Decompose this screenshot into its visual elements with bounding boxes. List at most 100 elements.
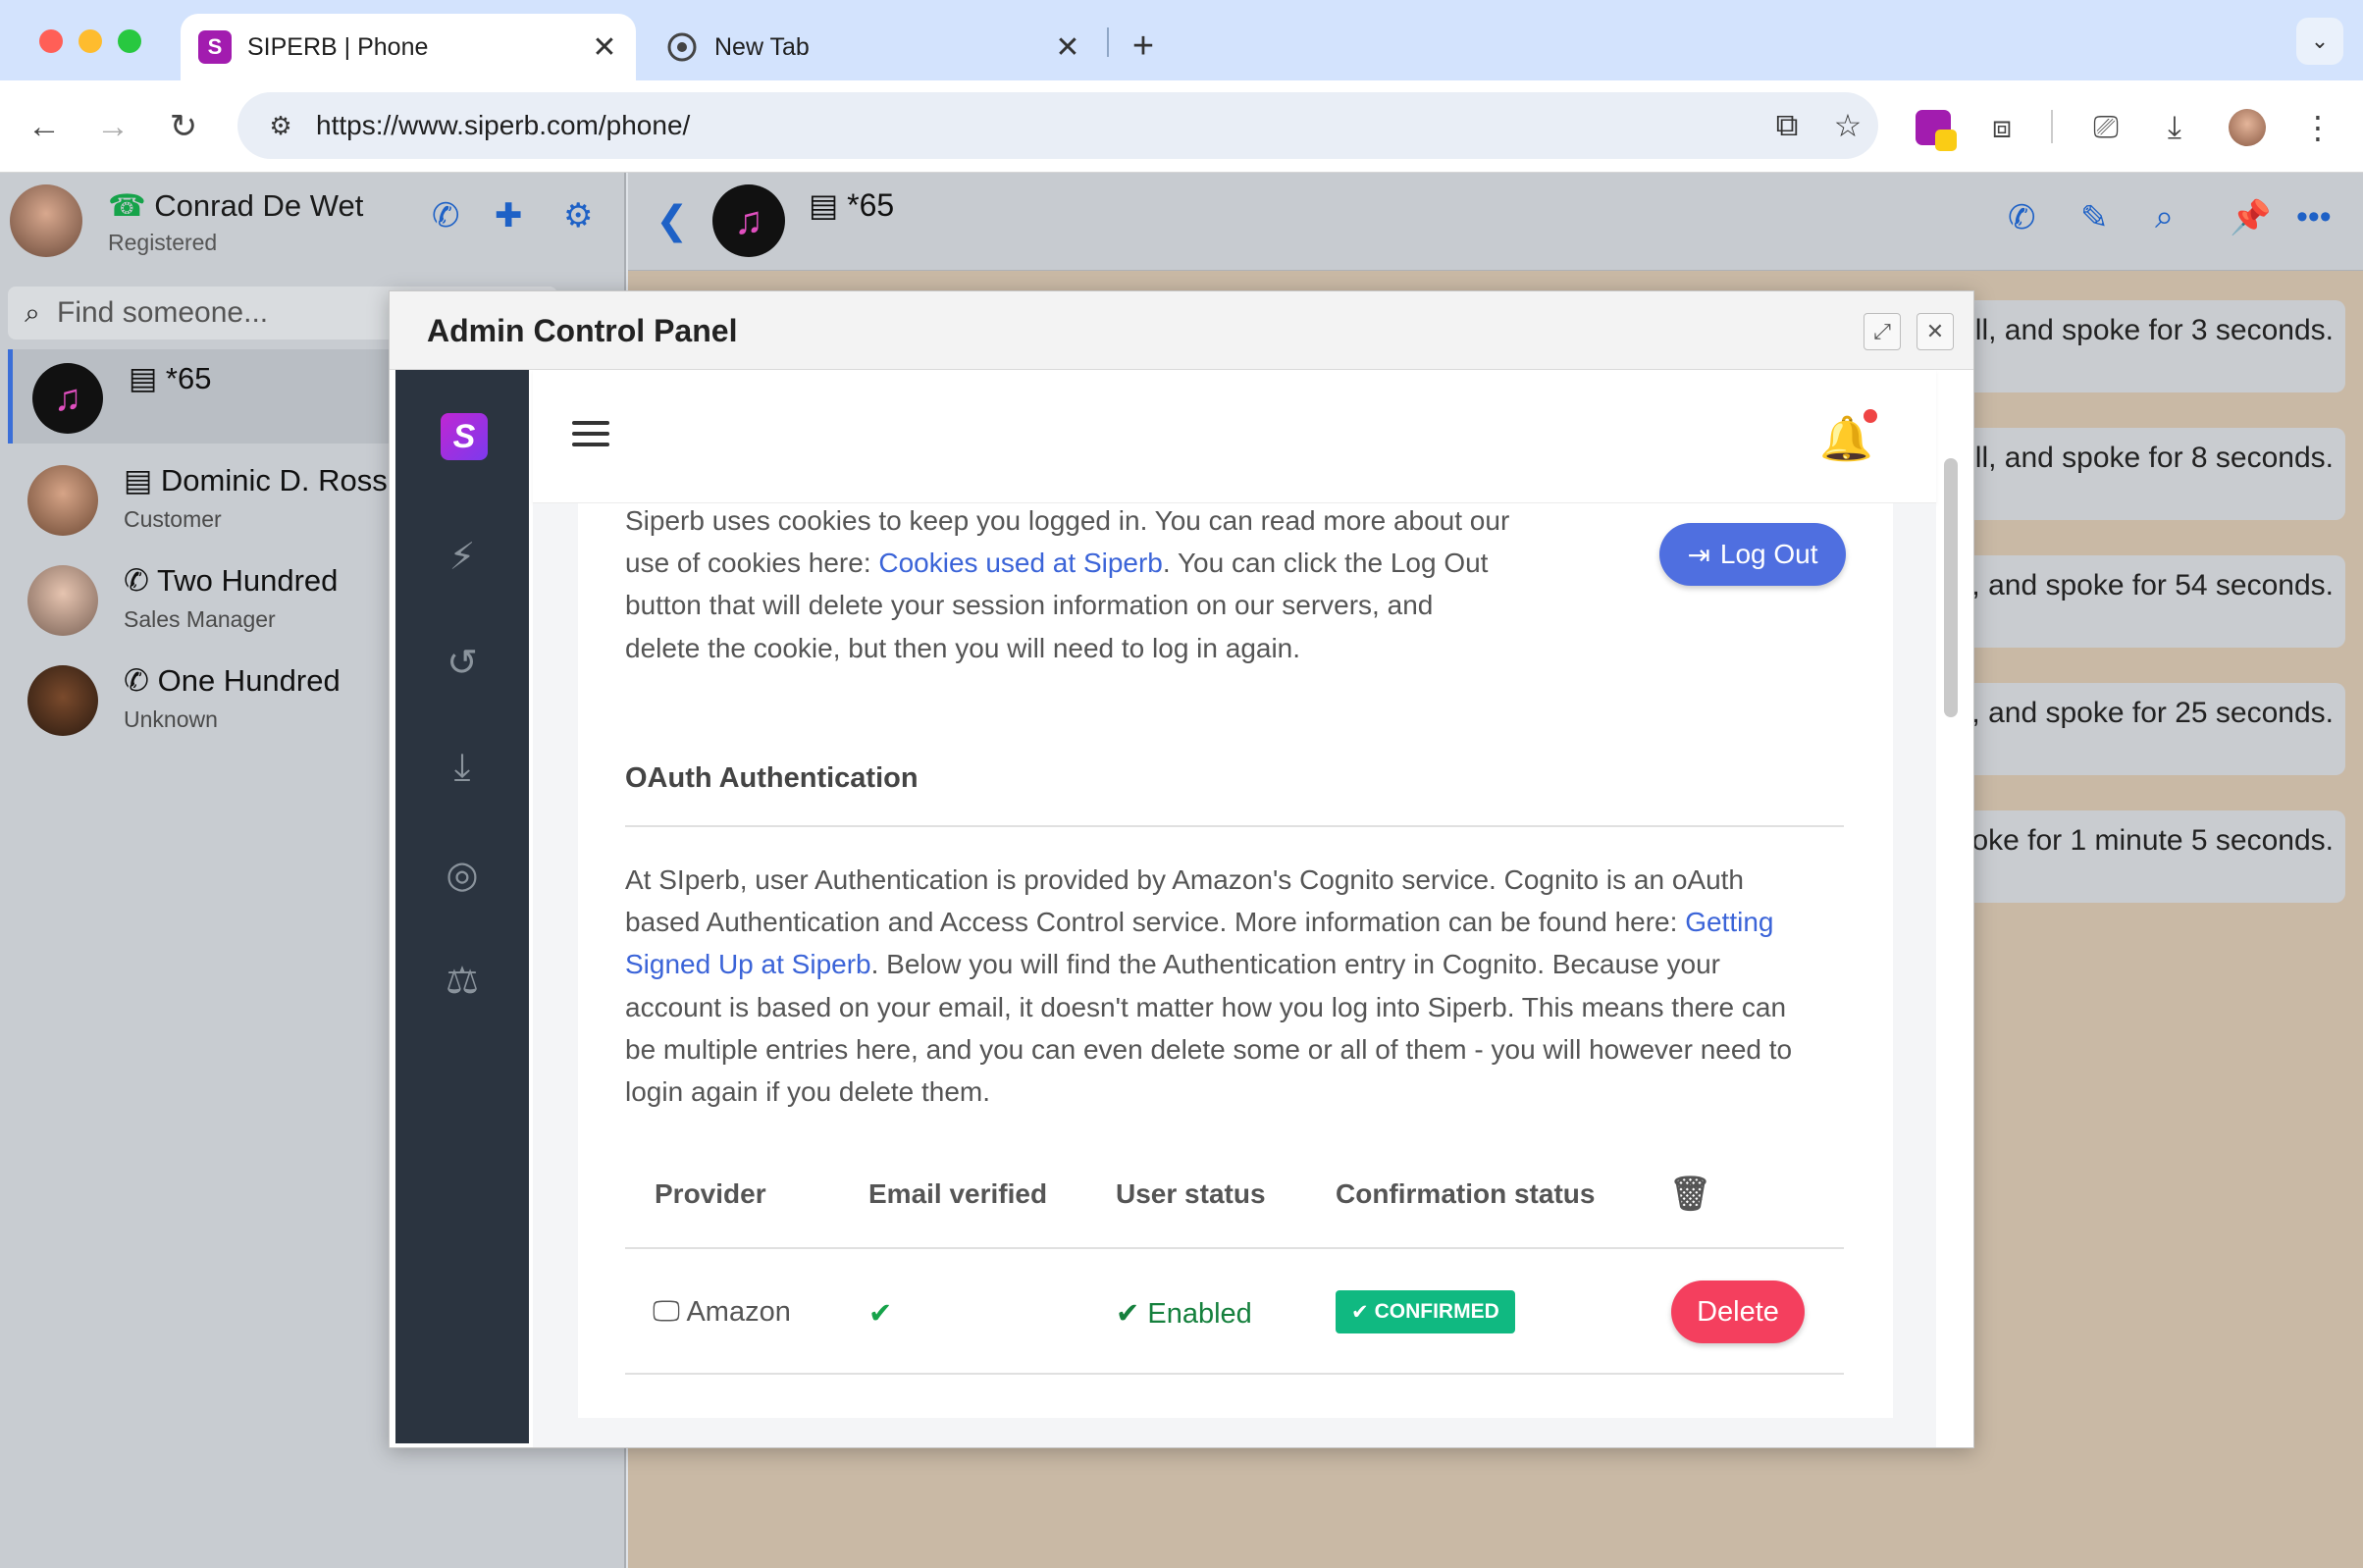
forward-arrow-icon[interactable]: → [88, 102, 137, 151]
oauth-line-5: be multiple entries here, and you can ev… [625, 1034, 1793, 1065]
email-verified-check-icon: ✔ [868, 1298, 893, 1330]
search-input[interactable]: Find someone... [57, 296, 268, 330]
tab-search-chevron-icon[interactable]: ⌄ [2296, 18, 2343, 65]
browser-toolbar: ← → ↻ ⚙ https://www.siperb.com/phone/ ⧉ … [0, 80, 2363, 173]
contact-subtitle: Customer [124, 506, 222, 532]
avatar [27, 465, 98, 536]
cookies-line-3: button that will delete your session inf… [625, 590, 1434, 620]
delete-button[interactable]: Delete [1671, 1281, 1805, 1343]
table-row: 🖵 Amazon [653, 1296, 791, 1329]
profile-avatar[interactable] [2222, 102, 2273, 153]
popout-icon[interactable]: ⤢ [1864, 313, 1901, 350]
table-header-email-verified: Email verified [868, 1178, 1048, 1209]
notification-dot [1864, 409, 1877, 423]
close-icon[interactable]: ✕ [1917, 313, 1954, 350]
site-info-icon[interactable]: ⚙ [251, 111, 310, 141]
tab-title: New Tab [714, 32, 810, 61]
oauth-line-4: account is based on your email, it doesn… [625, 992, 1787, 1022]
avatar[interactable] [10, 184, 82, 257]
contact-subtitle: Unknown [124, 706, 218, 732]
cookies-line-4: delete the cookie, but then you will nee… [625, 633, 1301, 663]
back-chevron-icon[interactable]: ❮ [656, 198, 689, 243]
contact-name: ✆ Two Hundred [124, 563, 339, 598]
phone-status-icon: ☎ [108, 188, 146, 223]
table-header-provider: Provider [655, 1178, 766, 1209]
new-tab-plus-icon[interactable]: + [1119, 22, 1168, 71]
search-icon: ⌕ [25, 296, 40, 328]
history-icon[interactable]: ↺ [395, 641, 529, 685]
scales-icon[interactable]: ⚖ [395, 959, 529, 1003]
window-minimize-button[interactable] [79, 29, 102, 53]
table-divider [625, 1373, 1844, 1375]
cookies-link[interactable]: Cookies used at Siperb [878, 548, 1163, 578]
cookies-line-1: Siperb uses cookies to keep you logged i… [625, 505, 1510, 536]
modal-header: Admin Control Panel ⤢ ✕ [390, 291, 1973, 370]
siperb-logo[interactable]: S [441, 413, 488, 460]
chrome-favicon-icon [665, 30, 699, 64]
siperb-favicon-icon: S [198, 30, 232, 64]
getting-signed-up-link[interactable]: Getting [1685, 907, 1773, 937]
reload-icon[interactable]: ↻ [159, 102, 208, 151]
extensions-puzzle-icon[interactable]: ⧈ [1976, 102, 2027, 153]
check-icon: ✔ [1351, 1300, 1369, 1324]
table-header-user-status: User status [1116, 1178, 1266, 1209]
edit-pencil-icon[interactable]: ✎ [2080, 198, 2109, 237]
address-bar[interactable]: ⚙ https://www.siperb.com/phone/ ⧉ ☆ [237, 92, 1878, 159]
cast-icon[interactable]: ⎚ [2080, 102, 2131, 153]
tab-close-icon[interactable]: ✕ [585, 27, 624, 67]
address-url[interactable]: https://www.siperb.com/phone/ [316, 110, 1757, 141]
tab-siperb-phone[interactable]: S SIPERB | Phone ✕ [181, 14, 636, 80]
open-external-icon[interactable]: ⧉ [1757, 107, 1817, 144]
getting-signed-up-link[interactable]: Signed Up at Siperb [625, 949, 871, 979]
back-arrow-icon[interactable]: ← [20, 102, 69, 151]
music-avatar-icon: ♫ [712, 184, 785, 257]
settings-gear-icon[interactable]: ⚙ [563, 196, 593, 235]
hamburger-menu-icon[interactable] [572, 421, 609, 453]
phone-icon[interactable]: ✆ [432, 196, 460, 235]
window-close-button[interactable] [39, 29, 63, 53]
plug-icon[interactable]: ⚡ [395, 535, 529, 579]
chat-header: ❮ ♫ ▤ *65 ✆ ✎ ⌕ 📌 ••• [628, 173, 2363, 271]
modal-scrollbar[interactable] [1944, 458, 1958, 717]
oauth-line-2: based Authentication and Access Control … [625, 907, 1774, 937]
pin-icon[interactable]: 📌 [2230, 198, 2271, 237]
notification-bell-icon[interactable]: 🔔 [1819, 409, 1877, 464]
window-zoom-button[interactable] [118, 29, 141, 53]
call-icon[interactable]: ✆ [2008, 198, 2036, 237]
toolbar-separator [2051, 110, 2053, 143]
search-icon[interactable]: ⌕ [2155, 198, 2174, 236]
admin-topbar: 🔔 [533, 370, 1936, 503]
user-profile: ☎ Conrad De Wet Registered ✆ ✚ ⚙ [0, 173, 624, 271]
music-avatar-icon: ♫ [32, 363, 103, 434]
contact-subtitle: Sales Manager [124, 606, 276, 632]
lifebuoy-icon[interactable]: ◎ [395, 853, 529, 897]
user-status: ✔ Enabled [1116, 1298, 1252, 1330]
download-icon[interactable]: ⤓ [2149, 102, 2200, 153]
browser-tab-bar: S SIPERB | Phone ✕ New Tab ✕ + ⌄ [0, 0, 2363, 80]
desktop-icon: 🖵 [653, 1296, 680, 1328]
chat-title: ▤ *65 [809, 187, 895, 223]
oauth-heading: OAuth Authentication [625, 762, 919, 794]
siperb-extension-icon[interactable] [1908, 102, 1959, 153]
check-circle-icon: ✔ [1116, 1298, 1140, 1330]
tab-separator [1107, 27, 1109, 57]
modal-title: Admin Control Panel [427, 313, 738, 348]
more-options-icon[interactable]: ••• [2296, 198, 2332, 236]
log-out-button[interactable]: ⇥ Log Out [1659, 523, 1846, 586]
tab-new-tab[interactable]: New Tab ✕ [648, 14, 1099, 80]
confirmed-badge: ✔ CONFIRMED [1336, 1290, 1515, 1333]
browser-menu-icon[interactable]: ⋮ [2292, 102, 2343, 153]
contact-name: ▤ Dominic D. Rossi [124, 463, 394, 497]
oauth-line-1: At SIperb, user Authentication is provid… [625, 864, 1744, 895]
contact-name: ✆ One Hundred [124, 663, 341, 698]
add-contact-icon[interactable]: ✚ [495, 196, 523, 235]
table-header-confirmation-status: Confirmation status [1336, 1178, 1596, 1209]
provider-name: Amazon [686, 1296, 791, 1328]
download-icon[interactable]: ⤓ [395, 747, 529, 789]
bookmark-star-icon[interactable]: ☆ [1817, 107, 1878, 144]
admin-control-panel-modal: Admin Control Panel ⤢ ✕ S ⚡ ↺ ⤓ ◎ ⚖ 🔔 Si… [389, 290, 1974, 1448]
divider [625, 825, 1844, 827]
trash-icon: 🗑 [1669, 1176, 1712, 1213]
logout-icon: ⇥ [1687, 539, 1710, 570]
tab-close-icon[interactable]: ✕ [1048, 27, 1087, 67]
